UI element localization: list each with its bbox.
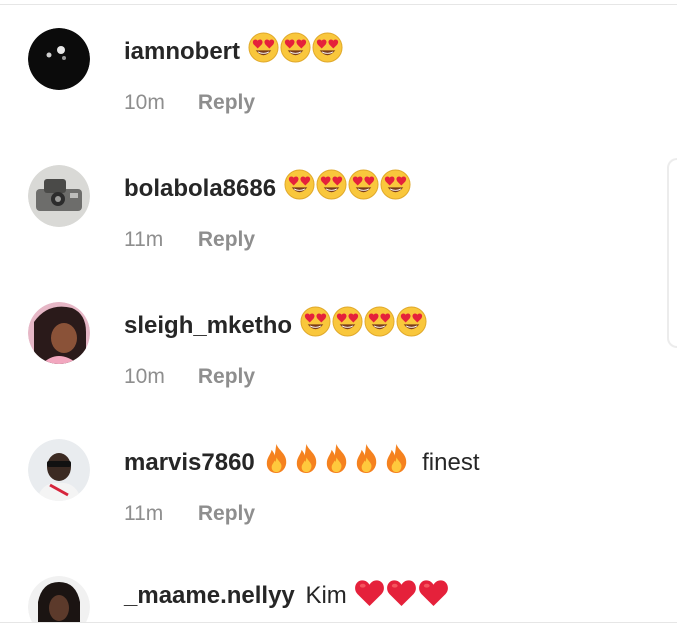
heart-eyes-icon (364, 306, 395, 337)
comment-body: finest (422, 449, 480, 476)
red-heart-icon (418, 578, 449, 607)
heart-eyes-icon (312, 32, 343, 63)
username[interactable]: sleigh_mketho (124, 312, 292, 339)
fire-icon (292, 443, 321, 474)
username[interactable]: iamnobert (124, 38, 240, 65)
timestamp: 11m (124, 502, 164, 525)
heart-eyes-icon (380, 169, 411, 200)
comment-text: iamnobert (124, 32, 343, 67)
heart-eyes-icon (284, 169, 315, 200)
heart-eyes-icon (280, 32, 311, 63)
comment-text: _maame.nellyy Kim (124, 578, 449, 611)
reply-button[interactable]: Reply (198, 502, 255, 525)
comment-meta: 11m Reply (124, 227, 255, 253)
comment-item: _maame.nellyy Kim (0, 576, 660, 622)
comment-meta: 10m Reply (124, 90, 255, 116)
comment-item: iamnobert 10m Reply (0, 28, 660, 148)
heart-eyes-icon (396, 306, 427, 337)
emoji-group (261, 443, 411, 476)
timestamp: 10m (124, 91, 165, 114)
comment-body: Kim (305, 582, 347, 609)
avatar[interactable] (28, 439, 90, 501)
username[interactable]: bolabola8686 (124, 175, 276, 202)
comment-item: sleigh_mketho 10m Reply (0, 302, 660, 422)
avatar[interactable] (28, 28, 90, 90)
comment-text: bolabola8686 (124, 169, 411, 204)
comment-item: bolabola8686 11m Reply (0, 165, 660, 285)
emoji-group (299, 306, 427, 339)
username[interactable]: marvis7860 (124, 449, 255, 476)
emoji-group (247, 32, 343, 65)
comment-text: marvis7860 finest (124, 443, 480, 478)
scroll-handle[interactable] (667, 158, 677, 348)
username[interactable]: _maame.nellyy (124, 582, 295, 609)
comment-meta: 10m Reply (124, 364, 255, 390)
reply-button[interactable]: Reply (198, 228, 255, 251)
comment-text: sleigh_mketho (124, 306, 427, 341)
reply-button[interactable]: Reply (198, 91, 255, 114)
fire-icon (352, 443, 381, 474)
heart-eyes-icon (348, 169, 379, 200)
fire-icon (262, 443, 291, 474)
heart-eyes-icon (316, 169, 347, 200)
emoji-group (283, 169, 411, 202)
timestamp: 10m (124, 365, 165, 388)
bottom-divider (0, 622, 677, 623)
red-heart-icon (386, 578, 417, 607)
reply-button[interactable]: Reply (198, 365, 255, 388)
avatar[interactable] (28, 576, 90, 622)
heart-eyes-icon (248, 32, 279, 63)
fire-icon (382, 443, 411, 474)
top-divider (0, 4, 677, 5)
heart-eyes-icon (300, 306, 331, 337)
emoji-group (353, 580, 449, 609)
fire-icon (322, 443, 351, 474)
comment-item: marvis7860 finest 11m Reply (0, 439, 660, 559)
heart-eyes-icon (332, 306, 363, 337)
avatar[interactable] (28, 165, 90, 227)
red-heart-icon (354, 578, 385, 607)
timestamp: 11m (124, 228, 164, 251)
comment-meta: 11m Reply (124, 501, 255, 527)
comments-screen: iamnobert 10m Reply bolabola8686 11m Rep… (0, 0, 677, 628)
avatar[interactable] (28, 302, 90, 364)
